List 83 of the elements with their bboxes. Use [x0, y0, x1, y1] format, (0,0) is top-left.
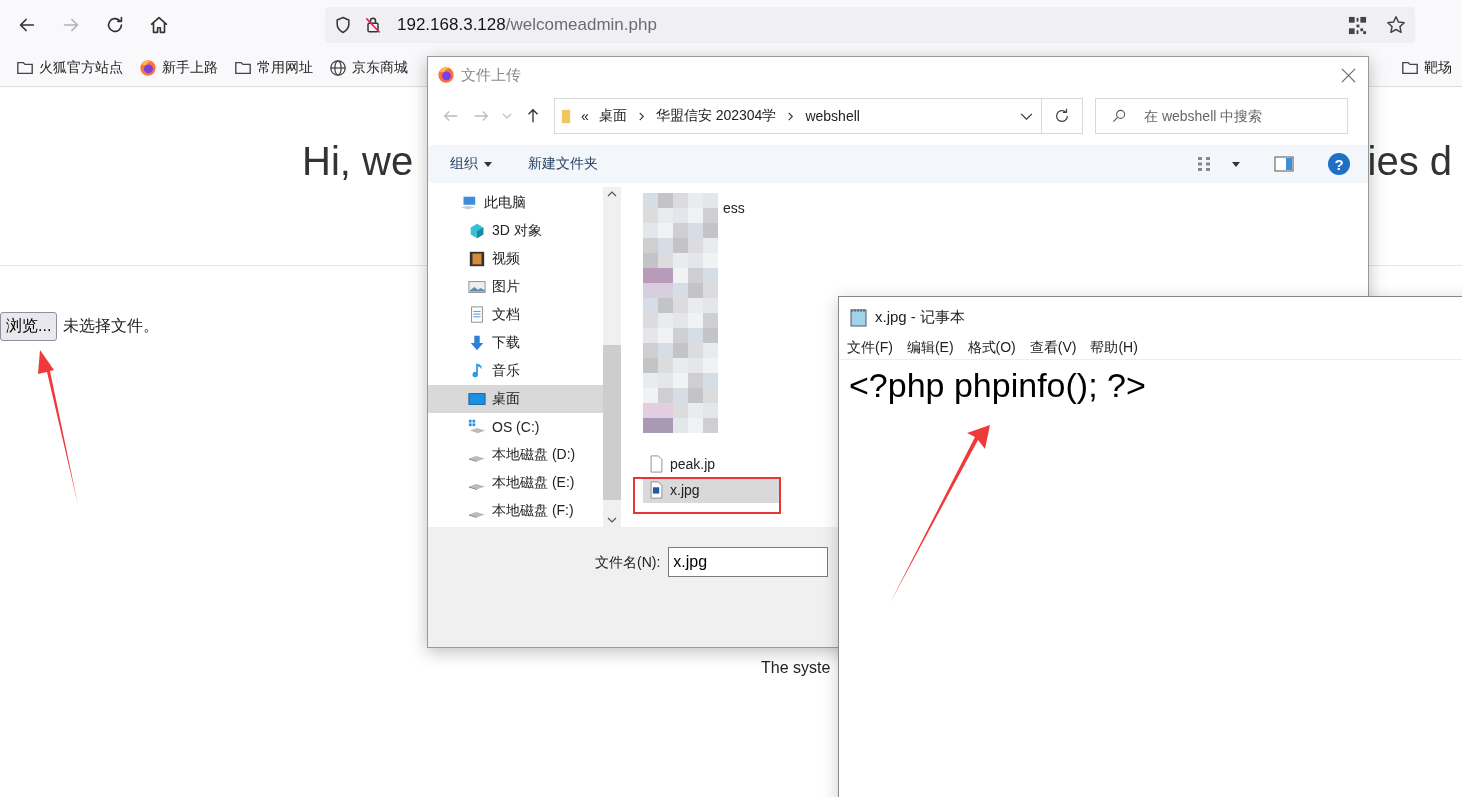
help-button[interactable]: ? [1328, 153, 1350, 175]
nav-tree-item[interactable]: 下载 [428, 329, 603, 357]
bookmark-item[interactable]: 靶场 [1401, 59, 1452, 77]
nav-tree-item[interactable]: 3D 对象 [428, 217, 603, 245]
drive-icon [468, 483, 486, 491]
nav-tree-item[interactable]: 文档 [428, 301, 603, 329]
film-icon [468, 250, 486, 268]
page-heading: ies d [1367, 138, 1452, 177]
address-bar[interactable]: 192.168.3.128/welcomeadmin.php [325, 7, 1415, 43]
folder-icon [1401, 59, 1419, 77]
window-title: x.jpg - 记事本 [875, 307, 965, 327]
filename-label: 文件名(N): [595, 553, 661, 572]
file-status-text: 未选择文件。 [63, 316, 160, 336]
menu-item[interactable]: 格式(O) [967, 339, 1016, 357]
filename-field[interactable]: x.jpg [668, 547, 829, 577]
refresh-button[interactable] [1041, 98, 1083, 134]
organize-menu[interactable]: 组织 [450, 155, 478, 173]
image-file-icon [649, 481, 664, 499]
browse-button[interactable]: 浏览... [0, 312, 58, 341]
folder-icon [234, 59, 252, 77]
breadcrumb-item[interactable]: webshell [805, 108, 860, 124]
nav-tree-item[interactable]: 本地磁盘 (D:) [428, 441, 603, 469]
chevron-right-icon [636, 111, 646, 121]
computer-icon [458, 194, 478, 212]
bookmark-item[interactable]: 新手上路 [139, 59, 218, 77]
globe-icon [329, 59, 347, 77]
image-icon [468, 278, 486, 296]
dialog-title: 文件上传 [461, 65, 522, 85]
menu-item[interactable]: 查看(V) [1029, 339, 1077, 357]
star-icon[interactable] [1385, 14, 1407, 36]
menu-item[interactable]: 文件(F) [847, 339, 893, 357]
file-item[interactable]: ess [723, 195, 745, 221]
lock-strike-icon [363, 15, 383, 35]
caret-icon[interactable] [484, 161, 492, 167]
nav-tree-item[interactable]: 视频 [428, 245, 603, 273]
browser-logo-icon [437, 66, 455, 84]
footer-text: The syste [761, 659, 831, 676]
chevron-right-icon [786, 111, 796, 121]
path-bar[interactable]: « 桌面 华盟信安 202304学 webshell [554, 98, 1042, 134]
breadcrumb-item[interactable]: 桌面 [598, 107, 627, 125]
scroll-down-icon[interactable] [607, 517, 617, 523]
drive-icon [468, 455, 486, 463]
download-icon [468, 334, 486, 352]
path-overflow-text: « [581, 108, 589, 124]
browser-logo-icon [139, 59, 157, 77]
drive-icon [468, 511, 486, 519]
preview-pane-icon[interactable] [1274, 156, 1294, 172]
nav-tree-item[interactable]: 音乐 [428, 357, 603, 385]
search-field[interactable]: 在 webshell 中搜索 [1095, 98, 1348, 134]
file-item[interactable]: peak.jp [643, 451, 779, 477]
nav-tree-item[interactable]: 本地磁盘 (F:) [428, 497, 603, 525]
menu-item[interactable]: 编辑(E) [906, 339, 954, 357]
bookmark-item[interactable]: 京东商城 [329, 59, 408, 77]
bookmark-item[interactable]: 火狐官方站点 [16, 59, 123, 77]
notepad-icon [849, 307, 869, 327]
qr-code-icon[interactable] [1348, 15, 1367, 35]
scroll-up-icon[interactable] [607, 191, 617, 197]
menu-item[interactable]: 帮助(H) [1090, 339, 1138, 357]
text-content: <?php phpinfo(); ?> [848, 365, 1147, 405]
new-folder-button[interactable]: 新建文件夹 [528, 155, 598, 173]
bookmark-item[interactable]: 常用网址 [234, 59, 313, 77]
scrollbar[interactable] [603, 187, 621, 527]
chevron-down-icon[interactable] [1020, 111, 1033, 121]
close-icon[interactable] [1341, 67, 1356, 83]
nav-tree-item[interactable]: 桌面 [428, 385, 603, 413]
monitor-icon [468, 390, 486, 408]
folder-icon [16, 59, 34, 77]
nav-tree-item[interactable]: 此电脑 [428, 189, 603, 217]
home-icon [148, 14, 170, 36]
nav-tree-item[interactable]: 图片 [428, 273, 603, 301]
cube-icon [468, 222, 486, 240]
nav-tree-item[interactable]: 本地磁盘 (E:) [428, 469, 603, 497]
file-icon [649, 455, 664, 473]
drive-icon [468, 418, 486, 436]
caret-icon[interactable] [1232, 161, 1240, 167]
breadcrumb-item[interactable]: 华盟信安 202304学 [655, 107, 777, 125]
document-icon [468, 306, 486, 324]
shield-icon [333, 15, 353, 35]
folder-icon [561, 107, 571, 125]
nav-tree-item[interactable]: OS (C:) [428, 413, 603, 441]
file-item[interactable]: x.jpg [643, 477, 779, 503]
refresh-icon [1053, 107, 1071, 125]
url-text: 192.168.3.128/welcomeadmin.php [397, 15, 658, 35]
